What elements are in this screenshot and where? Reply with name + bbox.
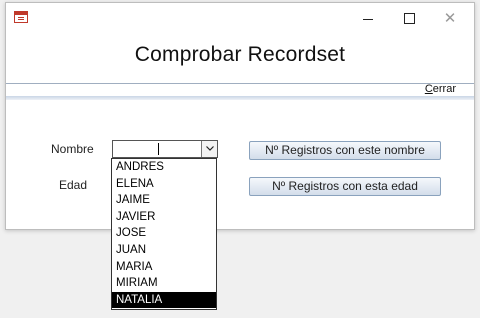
close-icon: ✕ — [443, 9, 457, 27]
cerrar-label: errar — [432, 83, 456, 95]
dropdown-option[interactable]: MIRIAM — [112, 275, 216, 292]
page-title: Comprobar Recordset — [134, 43, 346, 66]
cerrar-accelerator: C — [424, 83, 433, 95]
chevron-down-icon — [205, 146, 214, 151]
dropdown-option[interactable]: ANDRES — [112, 159, 216, 176]
count-by-age-button[interactable]: Nº Registros con esta edad — [249, 177, 441, 196]
nombre-label: Nombre — [51, 142, 94, 156]
minimize-icon — [363, 19, 373, 20]
dropdown-option[interactable]: JAVIER — [112, 209, 216, 226]
edad-label: Edad — [59, 178, 88, 192]
dropdown-option[interactable]: ELENA — [112, 176, 216, 193]
header-band — [6, 96, 474, 100]
text-cursor — [158, 143, 159, 155]
maximize-icon — [404, 13, 415, 24]
combo-dropdown-button[interactable] — [201, 141, 217, 157]
dropdown-option[interactable]: NATALIA — [112, 291, 216, 309]
minimize-button[interactable] — [348, 3, 388, 33]
cerrar-button[interactable]: Cerrar — [425, 83, 456, 95]
close-window-button[interactable]: ✕ — [430, 3, 470, 33]
form-icon — [14, 11, 28, 23]
nombre-dropdown-list[interactable]: ANDRES ELENA JAIME JAVIER JOSE JUAN MARIA MIRIA… — [111, 158, 217, 310]
form-window: ✕ Comprobar Recordset Cerrar Nombre Edad… — [5, 2, 475, 230]
header-divider — [6, 83, 474, 84]
count-by-name-button[interactable]: Nº Registros con este nombre — [249, 141, 441, 160]
nombre-combobox[interactable] — [112, 140, 218, 158]
maximize-button[interactable] — [389, 3, 429, 33]
dropdown-option[interactable]: JOSE — [112, 225, 216, 242]
dropdown-option[interactable]: JAIME — [112, 192, 216, 209]
dropdown-option[interactable]: JUAN — [112, 242, 216, 259]
dropdown-option[interactable]: MARIA — [112, 259, 216, 276]
title-bar: ✕ — [6, 3, 474, 33]
